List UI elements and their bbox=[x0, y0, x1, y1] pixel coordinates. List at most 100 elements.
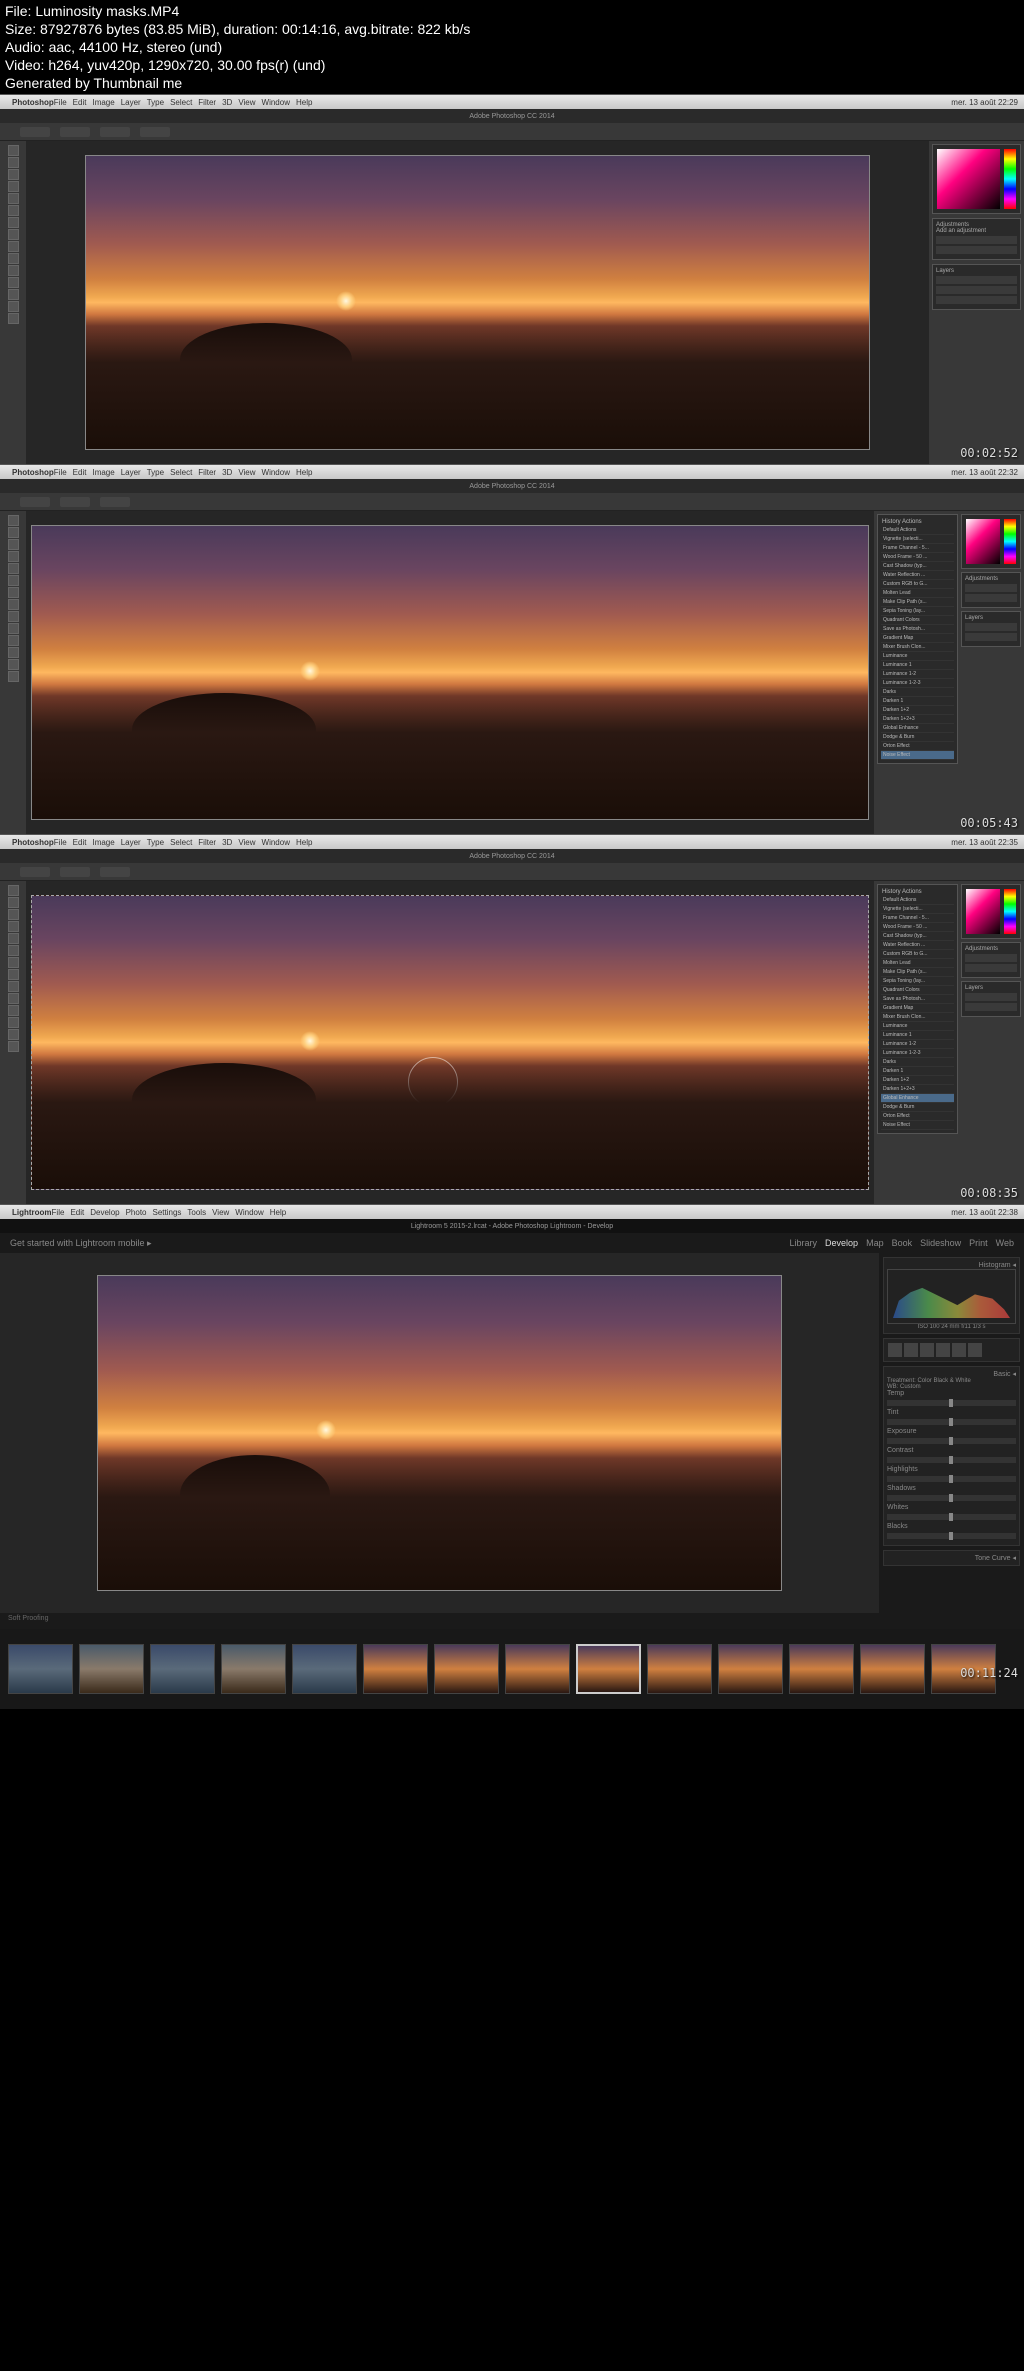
menu-items[interactable]: FileEditDevelopPhotoSettingsToolsViewWin… bbox=[52, 1208, 287, 1217]
menu-help[interactable]: Help bbox=[270, 1208, 286, 1217]
module-library[interactable]: Library bbox=[790, 1238, 818, 1248]
tool-icon[interactable] bbox=[8, 527, 19, 538]
action-item[interactable]: Cast Shadow (typ... bbox=[881, 562, 954, 571]
menu-help[interactable]: Help bbox=[296, 98, 312, 107]
ps-toolbar[interactable] bbox=[0, 141, 26, 464]
action-item[interactable]: Vignette (selecti... bbox=[881, 535, 954, 544]
menu-3d[interactable]: 3D bbox=[222, 98, 232, 107]
tool-icon[interactable] bbox=[8, 1041, 19, 1052]
action-item[interactable]: Frame Channel - 5... bbox=[881, 544, 954, 553]
action-item[interactable]: Water Reflection ... bbox=[881, 941, 954, 950]
action-item[interactable]: Luminance 1-2 bbox=[881, 670, 954, 679]
opt-chip[interactable] bbox=[100, 127, 130, 137]
clone-tool-icon[interactable] bbox=[8, 229, 19, 240]
shape-tool-icon[interactable] bbox=[8, 289, 19, 300]
action-item[interactable]: Gradient Map bbox=[881, 1004, 954, 1013]
radial-tool-icon[interactable] bbox=[952, 1343, 966, 1357]
action-item[interactable]: Water Reflection ... bbox=[881, 571, 954, 580]
app-name[interactable]: Photoshop bbox=[12, 468, 54, 477]
app-name[interactable]: Lightroom bbox=[12, 1208, 52, 1217]
menu-3d[interactable]: 3D bbox=[222, 838, 232, 847]
tool-icon[interactable] bbox=[8, 1017, 19, 1028]
filmstrip-thumb[interactable] bbox=[718, 1644, 783, 1694]
ps-options-bar[interactable] bbox=[0, 123, 1024, 141]
menu-image[interactable]: Image bbox=[92, 98, 114, 107]
zoom-tool-icon[interactable] bbox=[8, 313, 19, 324]
menu-items[interactable]: File Edit Image Layer Type Select Filter… bbox=[54, 468, 313, 477]
adj-row[interactable] bbox=[965, 954, 1017, 962]
opt-chip[interactable] bbox=[20, 867, 50, 877]
action-item[interactable]: Orton Effect bbox=[881, 1112, 954, 1121]
eyedropper-tool-icon[interactable] bbox=[8, 205, 19, 216]
tool-icon[interactable] bbox=[8, 945, 19, 956]
lr-modules[interactable]: Library Develop Map Book Slideshow Print… bbox=[790, 1238, 1014, 1248]
action-item[interactable]: Vignette (selecti... bbox=[881, 905, 954, 914]
module-book[interactable]: Book bbox=[892, 1238, 913, 1248]
softproof-toggle[interactable]: Soft Proofing bbox=[8, 1615, 48, 1622]
action-item[interactable]: Molten Lead bbox=[881, 959, 954, 968]
layer-row[interactable] bbox=[965, 623, 1017, 631]
color-picker[interactable] bbox=[961, 884, 1021, 939]
menu-photo[interactable]: Photo bbox=[126, 1208, 147, 1217]
menu-settings[interactable]: Settings bbox=[153, 1208, 182, 1217]
canvas-area[interactable] bbox=[26, 141, 929, 464]
lasso-tool-icon[interactable] bbox=[8, 169, 19, 180]
document-photo[interactable] bbox=[85, 155, 871, 449]
tool-icon[interactable] bbox=[8, 515, 19, 526]
ps-toolbar[interactable] bbox=[0, 511, 26, 834]
module-develop[interactable]: Develop bbox=[825, 1238, 858, 1248]
action-item[interactable]: Make Clip Path (s... bbox=[881, 598, 954, 607]
mac-menubar[interactable]: Photoshop File Edit Image Layer Type Sel… bbox=[0, 465, 1024, 479]
lr-toolbar[interactable]: Soft Proofing bbox=[0, 1613, 1024, 1629]
marquee-tool-icon[interactable] bbox=[8, 157, 19, 168]
action-item[interactable]: Darks bbox=[881, 1058, 954, 1067]
action-item[interactable]: Default Actions bbox=[881, 896, 954, 905]
right-panels-wide[interactable]: History Actions Default Actions Vignette… bbox=[874, 511, 1024, 834]
document-photo[interactable] bbox=[97, 1275, 783, 1592]
menu-file[interactable]: File bbox=[54, 468, 67, 477]
brush-tool-icon[interactable] bbox=[968, 1343, 982, 1357]
pen-tool-icon[interactable] bbox=[8, 265, 19, 276]
tool-icon[interactable] bbox=[8, 575, 19, 586]
color-picker[interactable] bbox=[961, 514, 1021, 569]
action-item[interactable]: Gradient Map bbox=[881, 634, 954, 643]
action-item[interactable]: Noise Effect bbox=[881, 1121, 954, 1130]
action-item[interactable]: Sepia Toning (lay... bbox=[881, 977, 954, 986]
action-item[interactable]: Luminance bbox=[881, 1022, 954, 1031]
tool-icon[interactable] bbox=[8, 969, 19, 980]
ps-options-bar[interactable] bbox=[0, 863, 1024, 881]
action-item[interactable]: Quadrant Colors bbox=[881, 986, 954, 995]
action-item[interactable]: Darken 1+2 bbox=[881, 706, 954, 715]
app-name[interactable]: Photoshop bbox=[12, 98, 54, 107]
lr-canvas[interactable] bbox=[0, 1253, 879, 1613]
histogram-panel[interactable]: Histogram ◂ ISO 100 24 mm f/11 1/3 s bbox=[883, 1257, 1020, 1334]
module-web[interactable]: Web bbox=[996, 1238, 1014, 1248]
document-photo[interactable] bbox=[31, 525, 869, 819]
layer-row[interactable] bbox=[965, 993, 1017, 1001]
opt-chip[interactable] bbox=[60, 497, 90, 507]
lr-right-panels[interactable]: Histogram ◂ ISO 100 24 mm f/11 1/3 s Bas… bbox=[879, 1253, 1024, 1613]
action-item[interactable]: Wood Frame - 50 ... bbox=[881, 923, 954, 932]
menu-window[interactable]: Window bbox=[235, 1208, 263, 1217]
action-item[interactable]: Dodge & Burn bbox=[881, 733, 954, 742]
menu-type[interactable]: Type bbox=[147, 98, 164, 107]
tool-icon[interactable] bbox=[8, 599, 19, 610]
filmstrip-thumb-selected[interactable] bbox=[576, 1644, 641, 1694]
layer-row[interactable] bbox=[965, 1003, 1017, 1011]
action-item[interactable]: Custom RGB to G... bbox=[881, 580, 954, 589]
adj-row[interactable] bbox=[965, 964, 1017, 972]
action-item[interactable]: Darken 1+2+3 bbox=[881, 1085, 954, 1094]
filmstrip-thumb[interactable] bbox=[8, 1644, 73, 1694]
action-item[interactable]: Make Clip Path (s... bbox=[881, 968, 954, 977]
tool-icon[interactable] bbox=[8, 1029, 19, 1040]
tool-icon[interactable] bbox=[8, 587, 19, 598]
adj-row[interactable] bbox=[936, 246, 1017, 254]
tool-icon[interactable] bbox=[8, 551, 19, 562]
tool-icon[interactable] bbox=[8, 993, 19, 1004]
tool-icon[interactable] bbox=[8, 647, 19, 658]
menu-filter[interactable]: Filter bbox=[198, 468, 216, 477]
adjustments-panel[interactable]: Adjustments bbox=[961, 942, 1021, 978]
hue-slider[interactable] bbox=[1004, 519, 1016, 564]
brush-tool-icon[interactable] bbox=[8, 217, 19, 228]
adjustments-panel[interactable]: Adjustments Add an adjustment bbox=[932, 218, 1021, 260]
